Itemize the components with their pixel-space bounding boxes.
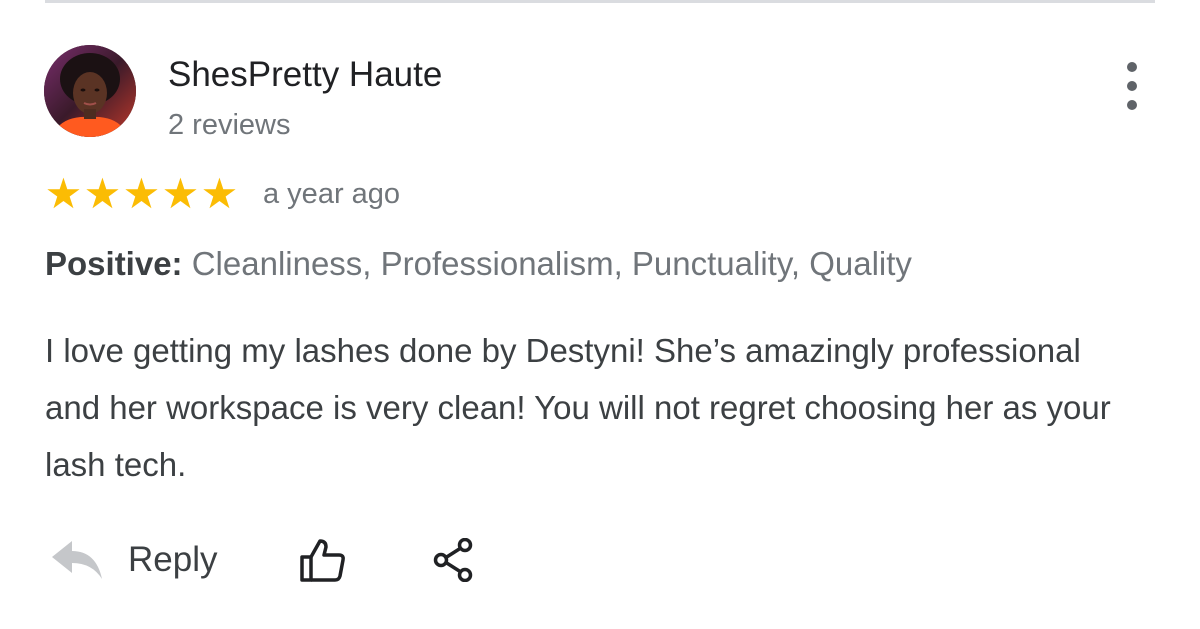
share-icon (434, 538, 473, 582)
star-icon: ★ (161, 169, 200, 218)
more-vertical-icon-dot (1127, 100, 1137, 110)
star-icon: ★ (44, 169, 83, 218)
more-vertical-icon-dot (1127, 81, 1137, 91)
star-icon: ★ (83, 169, 122, 218)
reply-arrow-icon (52, 541, 102, 579)
star-icon: ★ (200, 169, 239, 218)
reply-label: Reply (128, 540, 218, 579)
review-actions: Reply (50, 530, 474, 590)
thumbs-up-icon (300, 539, 346, 582)
avatar-photo (44, 45, 136, 137)
review-timestamp: a year ago (263, 177, 401, 210)
review-attributes: Positive: Cleanliness, Professionalism, … (45, 243, 912, 285)
review-body: I love getting my lashes done by Destyni… (45, 332, 1111, 483)
top-divider (45, 0, 1155, 3)
star-icon: ★ (122, 169, 161, 218)
attributes-values: Cleanliness, Professionalism, Punctualit… (191, 245, 912, 282)
avatar[interactable] (44, 45, 136, 137)
rating-row: ★ ★ ★ ★ ★ a year ago (44, 170, 400, 218)
like-button[interactable] (299, 537, 347, 583)
attributes-label: Positive: (45, 245, 183, 282)
star-rating: ★ ★ ★ ★ ★ (44, 170, 239, 218)
reply-button[interactable]: Reply (50, 539, 217, 581)
more-options-button[interactable] (1112, 62, 1152, 110)
author-review-count: 2 reviews (168, 109, 291, 141)
share-button[interactable] (432, 538, 474, 582)
more-vertical-icon (1127, 62, 1137, 72)
author-name[interactable]: ShesPretty Haute (168, 54, 442, 96)
